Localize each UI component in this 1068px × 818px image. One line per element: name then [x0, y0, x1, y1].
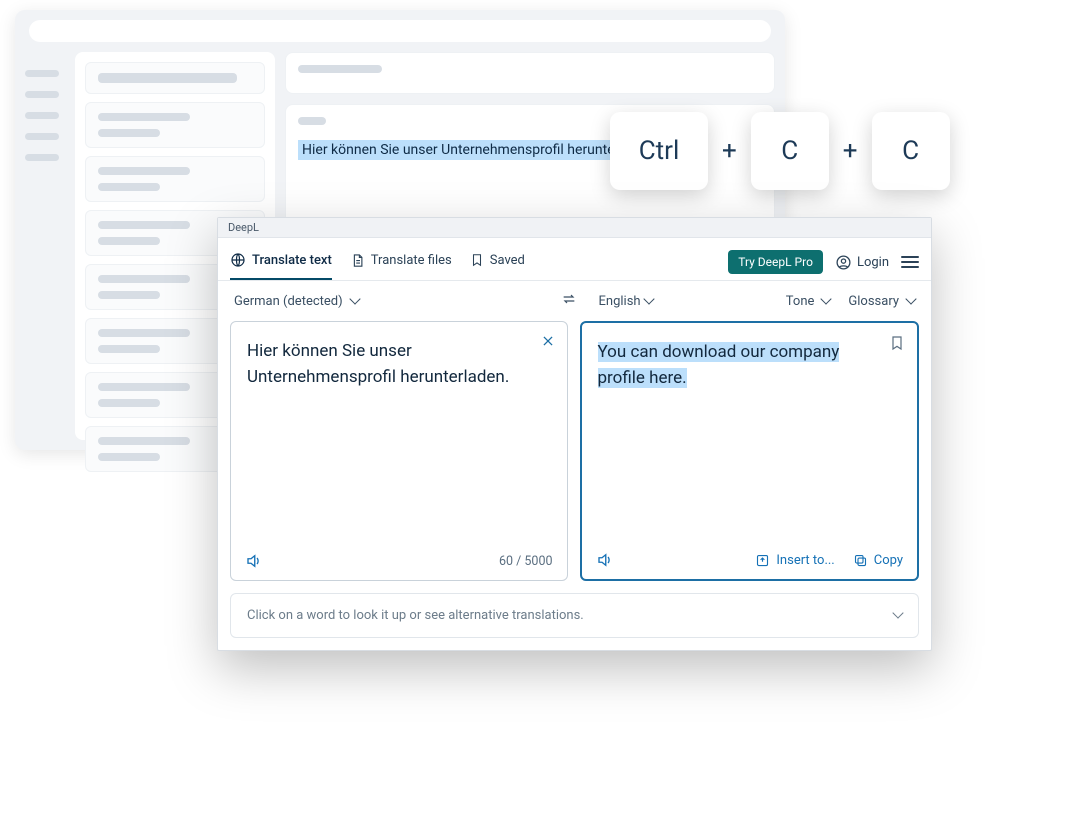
- tab-label: Translate files: [371, 253, 452, 268]
- copy-button[interactable]: Copy: [853, 553, 903, 568]
- speaker-icon[interactable]: [245, 552, 263, 570]
- insert-to-button[interactable]: Insert to...: [755, 553, 834, 568]
- source-pane: Hier können Sie unser Unternehmensprofil…: [230, 321, 568, 581]
- plus-icon: +: [843, 136, 858, 166]
- close-icon: [541, 334, 555, 348]
- target-text-selection: You can download our company profile her…: [598, 342, 840, 388]
- background-topbar: [15, 10, 785, 52]
- glossary-label: Glossary: [848, 294, 899, 309]
- hint-bar[interactable]: Click on a word to look it up or see alt…: [230, 593, 919, 638]
- tab-saved[interactable]: Saved: [470, 245, 525, 280]
- target-language-label: English: [599, 294, 641, 309]
- key-c-1: C: [751, 112, 829, 190]
- tab-label: Saved: [490, 253, 525, 268]
- insert-icon: [755, 553, 770, 568]
- tab-translate-files[interactable]: Translate files: [350, 245, 452, 280]
- globe-icon: [230, 252, 246, 268]
- target-pane: You can download our company profile her…: [580, 321, 920, 581]
- bookmark-icon: [889, 335, 905, 351]
- source-language-selector[interactable]: German (detected): [234, 294, 551, 309]
- language-bar: German (detected) English Tone Glossary: [218, 281, 931, 321]
- speaker-icon[interactable]: [596, 551, 614, 569]
- user-icon: [835, 254, 852, 271]
- clear-source-button[interactable]: [541, 334, 555, 351]
- char-count: 60 / 5000: [499, 554, 553, 569]
- login-button[interactable]: Login: [835, 254, 889, 271]
- chevron-down-icon: [890, 608, 902, 623]
- target-language-area: English Tone Glossary: [587, 294, 916, 309]
- tab-translate-text[interactable]: Translate text: [230, 244, 332, 280]
- login-label: Login: [857, 255, 889, 270]
- try-pro-button[interactable]: Try DeepL Pro: [728, 250, 823, 274]
- deepl-window: DeepL Translate text Translate files: [217, 217, 932, 651]
- plus-icon: +: [722, 136, 737, 166]
- hint-text: Click on a word to look it up or see alt…: [247, 608, 584, 623]
- menu-button[interactable]: [901, 256, 919, 268]
- glossary-selector[interactable]: Glossary: [848, 294, 915, 309]
- target-language-selector[interactable]: English: [599, 294, 653, 309]
- deepl-titlebar: DeepL: [218, 218, 931, 238]
- hamburger-icon: [901, 256, 919, 268]
- tab-label: Translate text: [252, 253, 332, 268]
- tone-selector[interactable]: Tone: [786, 294, 831, 309]
- bookmark-icon: [470, 253, 484, 267]
- background-highlighted-text: Hier können Sie unser Unternehmensprofil…: [298, 140, 657, 160]
- save-translation-button[interactable]: [889, 335, 905, 355]
- tone-label: Tone: [786, 294, 815, 309]
- insert-to-label: Insert to...: [776, 553, 834, 568]
- copy-icon: [853, 553, 868, 568]
- key-c-2: C: [872, 112, 950, 190]
- background-rail: [25, 52, 65, 440]
- key-ctrl: Ctrl: [610, 112, 708, 190]
- deepl-header: Translate text Translate files Saved Try…: [218, 238, 931, 281]
- shortcut-keys: Ctrl + C + C: [610, 112, 950, 190]
- background-urlbar: [29, 20, 771, 42]
- swap-languages-button[interactable]: [551, 291, 587, 311]
- target-text[interactable]: You can download our company profile her…: [582, 323, 918, 541]
- source-language-label: German (detected): [234, 294, 343, 309]
- copy-label: Copy: [874, 553, 903, 568]
- swap-icon: [561, 291, 577, 307]
- source-textarea[interactable]: Hier können Sie unser Unternehmensprofil…: [231, 322, 567, 542]
- document-icon: [350, 253, 365, 268]
